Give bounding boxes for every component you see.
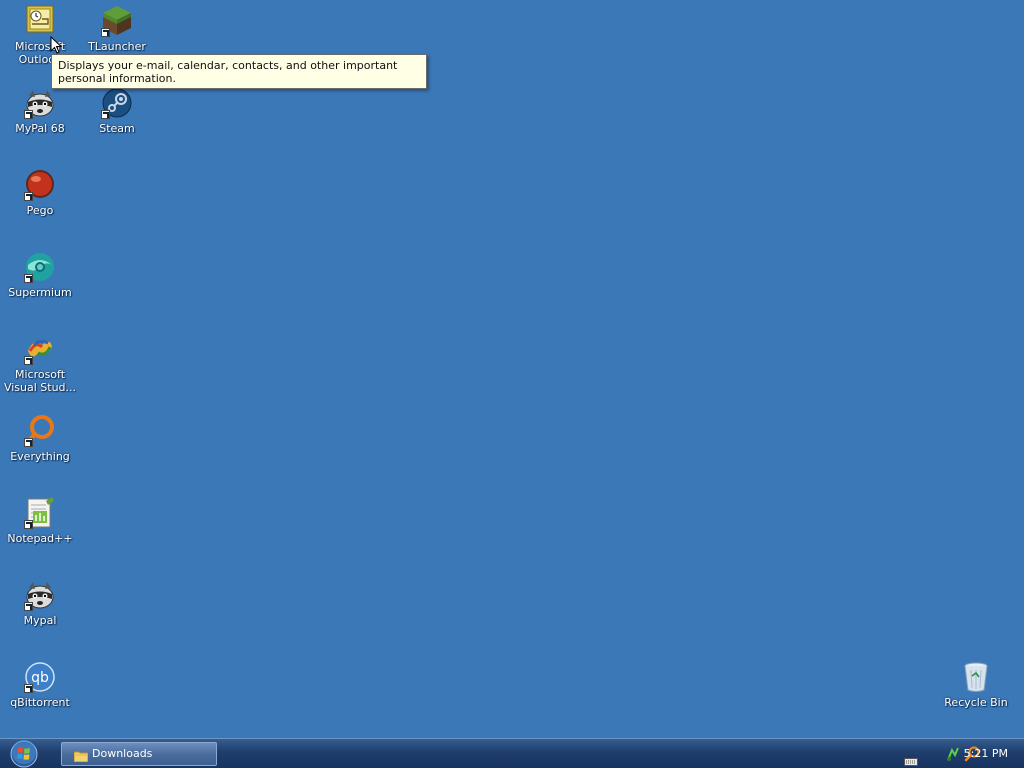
svg-text:qb: qb bbox=[31, 670, 49, 686]
desktop-icon-pego[interactable]: Pego bbox=[1, 169, 79, 217]
start-button[interactable] bbox=[8, 739, 40, 768]
steam-icon bbox=[101, 87, 133, 119]
desktop-icon-label: Mypal bbox=[23, 614, 57, 627]
shortcut-arrow-icon bbox=[24, 684, 33, 693]
shortcut-arrow-icon bbox=[24, 110, 33, 119]
keyboard-icon[interactable] bbox=[904, 751, 918, 768]
qbittorrent-icon: qb bbox=[24, 661, 56, 693]
desktop-icon-label: Microsoft Visual Stud... bbox=[3, 368, 77, 394]
desktop-icon-qbittorrent[interactable]: qb qBittorrent bbox=[1, 661, 79, 709]
windows-logo-icon bbox=[10, 740, 38, 768]
shortcut-arrow-icon bbox=[101, 110, 110, 119]
shortcut-arrow-icon bbox=[24, 356, 33, 365]
desktop-icon-mypal68[interactable]: MyPal 68 bbox=[1, 87, 79, 135]
desktop-icon-label: Supermium bbox=[8, 286, 72, 299]
shortcut-arrow-icon bbox=[24, 192, 33, 201]
raccoon-icon bbox=[24, 579, 56, 611]
desktop-icon-visual-studio[interactable]: Microsoft Visual Stud... bbox=[1, 333, 79, 394]
outlook-icon bbox=[24, 5, 56, 37]
desktop-icon-steam[interactable]: Steam bbox=[78, 87, 156, 135]
shortcut-arrow-icon bbox=[24, 438, 33, 447]
shortcut-arrow-icon bbox=[24, 520, 33, 529]
tlauncher-icon bbox=[101, 5, 133, 37]
desktop-icon-mypal[interactable]: Mypal bbox=[1, 579, 79, 627]
desktop-icon-label: Notepad++ bbox=[7, 532, 73, 545]
desktop: Microsoft Outlook TLauncher MyPal 68 Ste… bbox=[0, 0, 1024, 738]
desktop-icon-label: Pego bbox=[26, 204, 54, 217]
desktop-icon-label: Steam bbox=[99, 122, 135, 135]
recycle-bin-icon bbox=[960, 661, 992, 693]
shortcut-arrow-icon bbox=[24, 602, 33, 611]
system-tray: 5:21 PM bbox=[874, 739, 1024, 768]
taskbar-item-label: Downloads bbox=[92, 747, 153, 760]
desktop-icon-label: TLauncher bbox=[88, 40, 146, 53]
shortcut-arrow-icon bbox=[24, 274, 33, 283]
desktop-icon-supermium[interactable]: Supermium bbox=[1, 251, 79, 299]
notepadpp-icon bbox=[24, 497, 56, 529]
desktop-icon-recycle-bin[interactable]: Recycle Bin bbox=[937, 661, 1015, 709]
pego-icon bbox=[24, 169, 56, 201]
everything-icon bbox=[24, 415, 56, 447]
taskbar: Downloads 5:21 PM bbox=[0, 738, 1024, 768]
desktop-icon-everything[interactable]: Everything bbox=[1, 415, 79, 463]
desktop-icon-label: Everything bbox=[10, 450, 70, 463]
mouse-cursor-icon bbox=[50, 35, 63, 58]
shortcut-arrow-icon bbox=[101, 28, 110, 37]
desktop-icon-label: MyPal 68 bbox=[15, 122, 65, 135]
network-icon[interactable] bbox=[946, 746, 960, 766]
clock[interactable]: 5:21 PM bbox=[964, 739, 1008, 768]
desktop-icon-label: Recycle Bin bbox=[944, 696, 1008, 709]
desktop-icon-label: qBittorrent bbox=[10, 696, 70, 709]
raccoon-icon bbox=[24, 87, 56, 119]
tooltip: Displays your e-mail, calendar, contacts… bbox=[51, 54, 427, 89]
desktop-icon-notepadpp[interactable]: Notepad++ bbox=[1, 497, 79, 545]
visual-studio-icon bbox=[24, 333, 56, 365]
supermium-icon bbox=[24, 251, 56, 283]
folder-icon bbox=[73, 748, 89, 768]
taskbar-item-downloads[interactable]: Downloads bbox=[61, 742, 217, 766]
desktop-icon-tlauncher[interactable]: TLauncher bbox=[78, 5, 156, 53]
